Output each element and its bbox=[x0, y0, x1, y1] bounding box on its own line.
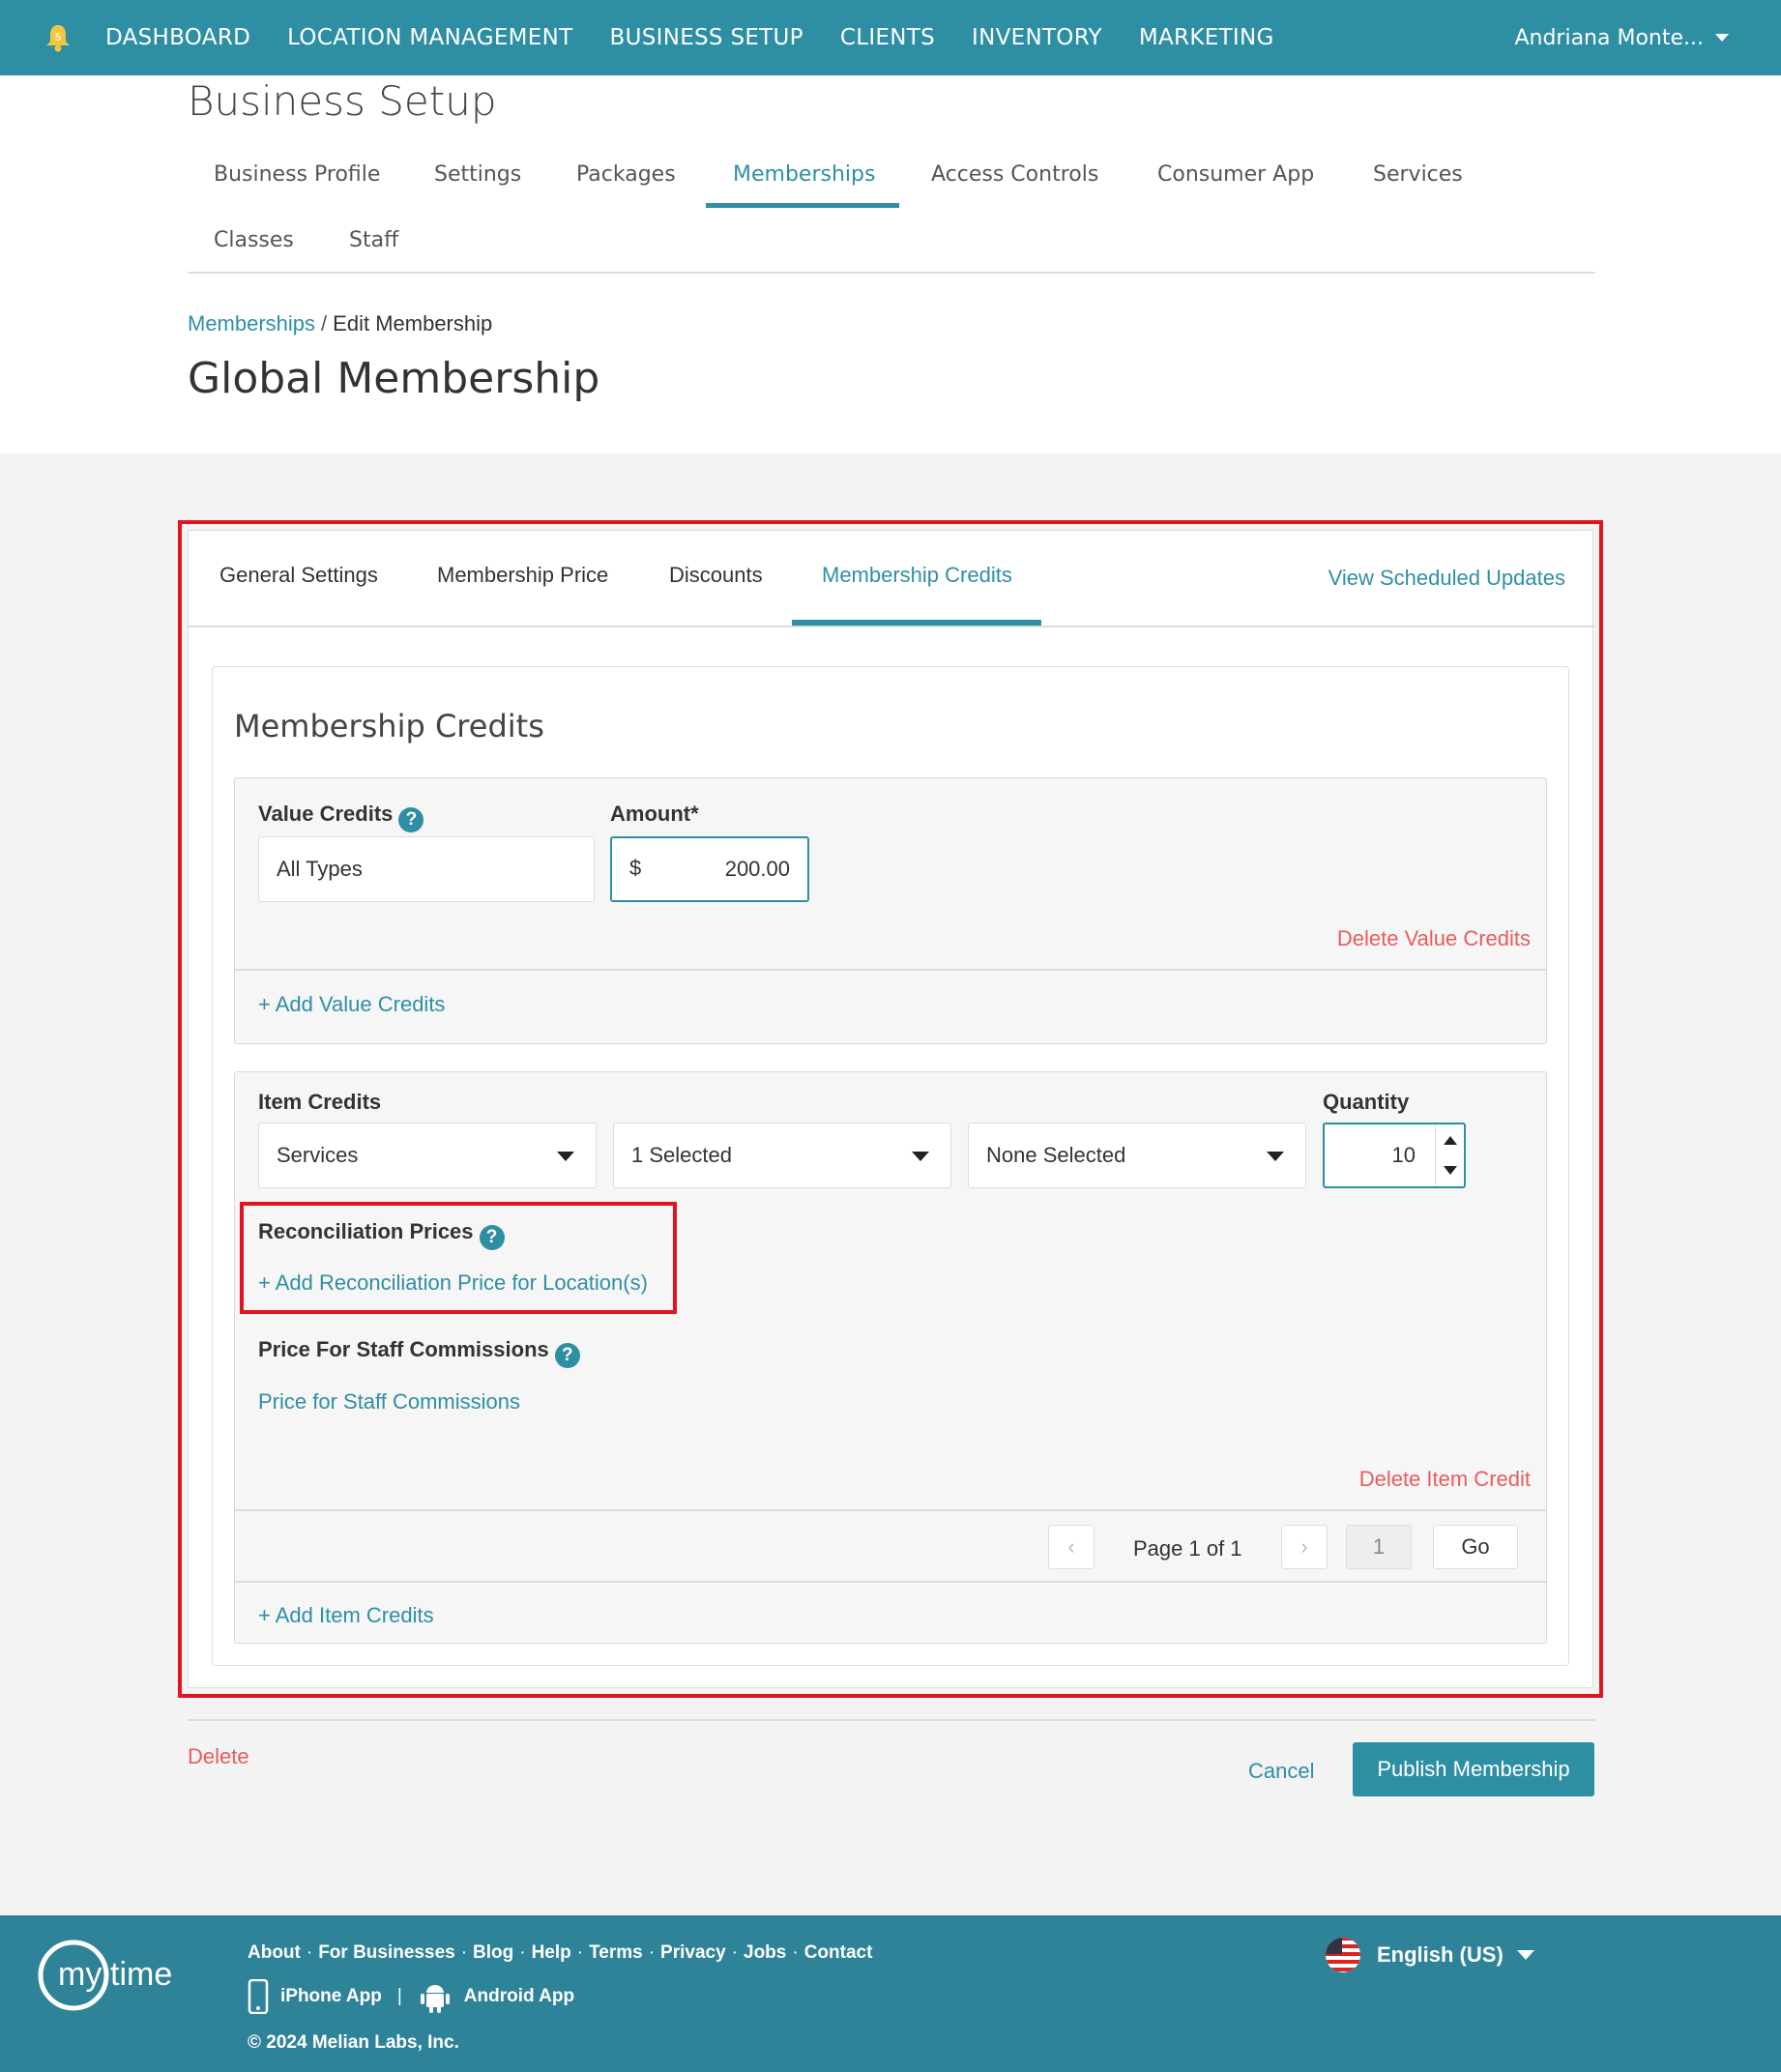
nav-clients[interactable]: CLIENTS bbox=[840, 25, 935, 50]
publish-membership-button[interactable]: Publish Membership bbox=[1353, 1742, 1594, 1796]
tab-services[interactable]: Services bbox=[1373, 162, 1463, 187]
mytime-logo[interactable]: my time bbox=[37, 1939, 211, 2012]
breadcrumb: Memberships / Edit Membership bbox=[188, 311, 492, 336]
breadcrumb-memberships[interactable]: Memberships bbox=[188, 311, 315, 336]
svg-text:time: time bbox=[110, 1956, 172, 1993]
tab-memberships[interactable]: Memberships bbox=[733, 162, 875, 187]
cancel-link[interactable]: Cancel bbox=[1248, 1759, 1314, 1784]
chevron-down-icon bbox=[1516, 1950, 1534, 1960]
bell-badge: 5 bbox=[55, 32, 61, 44]
footer-link-help[interactable]: Help bbox=[532, 1942, 571, 1963]
footer-link-for-businesses[interactable]: For Businesses bbox=[318, 1942, 455, 1963]
tab-classes[interactable]: Classes bbox=[214, 228, 294, 252]
android-icon bbox=[420, 1985, 450, 2013]
nav-marketing[interactable]: MARKETING bbox=[1139, 25, 1274, 50]
tab-settings[interactable]: Settings bbox=[434, 162, 521, 187]
footer-link-terms[interactable]: Terms bbox=[589, 1942, 643, 1963]
user-menu[interactable]: Andriana Monte... bbox=[1514, 0, 1729, 75]
user-name: Andriana Monte... bbox=[1514, 25, 1704, 50]
highlight-box bbox=[178, 520, 1603, 1698]
footer-link-about[interactable]: About bbox=[248, 1942, 301, 1963]
chevron-down-icon bbox=[1715, 34, 1729, 42]
membership-title: Global Membership bbox=[188, 354, 600, 403]
footer-link-blog[interactable]: Blog bbox=[473, 1942, 513, 1963]
tab-business-profile[interactable]: Business Profile bbox=[214, 162, 380, 187]
page-title: Business Setup bbox=[188, 77, 497, 125]
bell-icon[interactable]: 5 bbox=[44, 23, 72, 52]
actions-divider bbox=[188, 1719, 1595, 1721]
footer-links: About · For Businesses · Blog · Help · Terms · Pri… bbox=[248, 1942, 873, 1963]
svg-text:my: my bbox=[58, 1956, 102, 1993]
nav-business-setup[interactable]: BUSINESS SETUP bbox=[610, 25, 803, 50]
nav-location-management[interactable]: LOCATION MANAGEMENT bbox=[287, 25, 572, 50]
app-links: iPhone App | Android App bbox=[248, 1979, 574, 2014]
tab-access-controls[interactable]: Access Controls bbox=[931, 162, 1098, 187]
footer-link-privacy[interactable]: Privacy bbox=[660, 1942, 726, 1963]
iphone-app-link[interactable]: iPhone App bbox=[280, 1986, 382, 2007]
tab-consumer-app[interactable]: Consumer App bbox=[1157, 162, 1314, 187]
nav-dashboard[interactable]: DASHBOARD bbox=[105, 25, 250, 50]
breadcrumb-separator: / bbox=[321, 311, 328, 336]
delete-membership-link[interactable]: Delete bbox=[188, 1744, 249, 1769]
android-app-link[interactable]: Android App bbox=[464, 1986, 574, 2007]
footer-link-jobs[interactable]: Jobs bbox=[744, 1942, 786, 1963]
footer-link-contact[interactable]: Contact bbox=[804, 1942, 873, 1963]
copyright: © 2024 Melian Labs, Inc. bbox=[248, 2032, 459, 2053]
tabs-divider bbox=[188, 272, 1595, 274]
top-nav: 5 DASHBOARD LOCATION MANAGEMENT BUSINESS… bbox=[0, 0, 1781, 75]
language-label: English (US) bbox=[1377, 1942, 1504, 1967]
breadcrumb-current: Edit Membership bbox=[333, 311, 493, 336]
phone-icon bbox=[248, 1979, 269, 2014]
tab-packages[interactable]: Packages bbox=[576, 162, 676, 187]
language-selector[interactable]: English (US) bbox=[1325, 1937, 1534, 1973]
footer: my time About · For Businesses · Blog · Help · T… bbox=[0, 1915, 1781, 2072]
nav-inventory[interactable]: INVENTORY bbox=[972, 25, 1102, 50]
us-flag-icon bbox=[1326, 1938, 1360, 1972]
active-tab-indicator bbox=[706, 203, 899, 208]
tab-staff[interactable]: Staff bbox=[349, 228, 398, 252]
